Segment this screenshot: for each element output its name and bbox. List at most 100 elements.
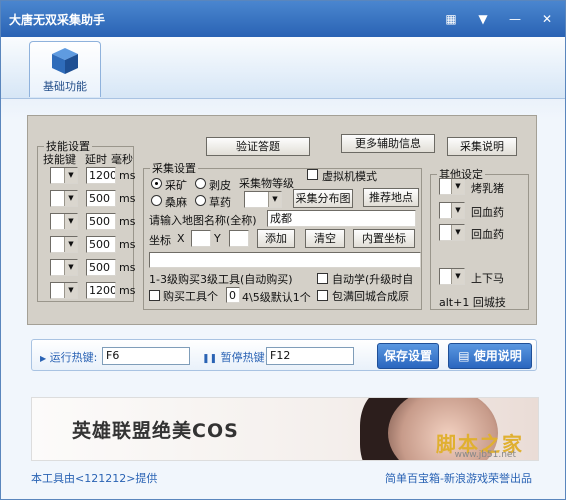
skill-key-select[interactable]: ▼: [50, 236, 78, 253]
publisher-credit[interactable]: 简单百宝箱-新浪游戏荣誉出品: [385, 470, 532, 486]
y-label: Y: [214, 232, 221, 245]
chat-icon[interactable]: ▦: [442, 10, 460, 28]
virtual-machine-checkbox[interactable]: [307, 169, 318, 180]
radio-herbs[interactable]: [195, 195, 206, 206]
ad-banner[interactable]: 英雄联盟绝美COS 脚本之家 www.jb51.net: [31, 397, 539, 461]
chevron-down-icon: ▼: [268, 192, 281, 207]
x-coord-input[interactable]: [191, 230, 211, 247]
chevron-down-icon: ▼: [451, 179, 464, 194]
radio-mining[interactable]: [151, 178, 162, 189]
coord-list-input[interactable]: [149, 252, 421, 268]
banner-headline: 英雄联盟绝美COS: [72, 420, 239, 442]
clear-coords-button[interactable]: 清空: [305, 229, 345, 248]
other-key-select[interactable]: ▼: [439, 224, 465, 241]
pause-hotkey-label: ❚❚ 暂停热键:: [202, 349, 268, 365]
add-coord-button[interactable]: 添加: [257, 229, 295, 248]
builtin-coords-button[interactable]: 内置坐标: [353, 229, 415, 248]
skill-delay-unit: ms: [119, 238, 136, 251]
skill-delay-input[interactable]: 500: [86, 259, 116, 276]
other-key-select[interactable]: ▼: [439, 178, 465, 195]
other-item-label: 烤乳猪: [471, 182, 504, 195]
chevron-down-icon: ▼: [64, 168, 77, 183]
run-hotkey-input[interactable]: F6: [102, 347, 190, 365]
hotkey-bar: ▶ 运行热键: F6 ❚❚ 暂停热键: F12 保存设置 ▤ 使用说明: [31, 339, 537, 371]
distribution-map-button[interactable]: 采集分布图: [293, 189, 353, 208]
skill-delay-unit: ms: [119, 169, 136, 182]
bag-full-checkbox[interactable]: [317, 290, 328, 301]
recommend-location-button[interactable]: 推荐地点: [363, 188, 419, 207]
document-icon: ▤: [458, 349, 470, 363]
chevron-down-icon: ▼: [64, 214, 77, 229]
title-bar[interactable]: 大唐无双采集助手 ▦ ▼ — ✕: [1, 1, 565, 37]
pause-hotkey-input[interactable]: F12: [266, 347, 354, 365]
pause-icon: ❚❚: [202, 354, 218, 364]
verify-button[interactable]: 验证答题: [206, 137, 310, 156]
chevron-down-icon: ▼: [451, 225, 464, 240]
skill-key-select[interactable]: ▼: [50, 282, 78, 299]
settings-panel: 验证答题 更多辅助信息 采集说明 技能设置 技能键 延时 毫秒 ▼ 1200 ms ▼…: [27, 115, 537, 325]
buy-tools-hint: 4\5级默认1个: [242, 291, 311, 304]
run-hotkey-label: ▶ 运行热键:: [40, 349, 97, 365]
y-coord-input[interactable]: [229, 230, 249, 247]
radio-herbs-label: 草药: [209, 196, 231, 209]
menu-dropdown-icon[interactable]: ▼: [474, 10, 492, 28]
window-title: 大唐无双采集助手: [9, 13, 106, 27]
buy-tools-count-input[interactable]: 0: [226, 287, 240, 303]
usage-help-button[interactable]: ▤ 使用说明: [448, 343, 532, 369]
play-icon: ▶: [40, 354, 47, 363]
skill-key-select[interactable]: ▼: [50, 190, 78, 207]
x-label: X: [177, 232, 185, 245]
mount-key-select[interactable]: ▼: [439, 268, 465, 285]
skill-delay-unit: ms: [119, 215, 136, 228]
usage-help-label: 使用说明: [473, 349, 522, 363]
chevron-down-icon: ▼: [64, 283, 77, 298]
auto-learn-label: 自动学(升级时自: [332, 273, 414, 286]
skill-key-select[interactable]: ▼: [50, 259, 78, 276]
buy-tools-label: 购买工具个: [163, 290, 218, 303]
coord-label: 坐标: [149, 234, 171, 247]
other-item-label: 回血药: [471, 228, 504, 241]
bag-full-label: 包满回城合成原: [332, 290, 409, 303]
provider-link[interactable]: 本工具由<121212>提供: [31, 470, 157, 486]
ms-header: 毫秒: [111, 153, 133, 166]
run-hotkey-text: 运行热键:: [49, 351, 98, 364]
collect-level-select[interactable]: ▼: [244, 191, 282, 208]
other-key-select[interactable]: ▼: [439, 202, 465, 219]
chevron-down-icon: ▼: [451, 269, 464, 284]
radio-mulberry[interactable]: [151, 195, 162, 206]
skill-delay-input[interactable]: 1200: [86, 282, 116, 299]
skill-delay-unit: ms: [119, 284, 136, 297]
skill-key-select[interactable]: ▼: [50, 213, 78, 230]
toolbar: 基础功能: [1, 37, 565, 99]
buy-tools-note: 1-3级购买3级工具(自动购买): [149, 273, 293, 286]
skill-delay-input[interactable]: 500: [86, 213, 116, 230]
buy-tools-checkbox[interactable]: [149, 290, 160, 301]
collect-settings-legend: 采集设置: [152, 162, 196, 175]
auto-learn-checkbox[interactable]: [317, 273, 328, 284]
more-info-button[interactable]: 更多辅助信息: [341, 134, 435, 153]
skill-delay-unit: ms: [119, 192, 136, 205]
app-window: 大唐无双采集助手 ▦ ▼ — ✕ 基础功能 验证答题 更多辅助信息 采集说明 技…: [0, 0, 566, 500]
skill-delay-input[interactable]: 1200: [86, 167, 116, 184]
minimize-icon[interactable]: —: [506, 10, 524, 28]
chevron-down-icon: ▼: [451, 203, 464, 218]
tab-basic-functions[interactable]: 基础功能: [29, 41, 101, 97]
save-settings-button[interactable]: 保存设置: [377, 343, 439, 369]
other-item-label: 回血药: [471, 206, 504, 219]
collect-help-button[interactable]: 采集说明: [447, 137, 517, 156]
skill-delay-input[interactable]: 500: [86, 190, 116, 207]
map-name-input[interactable]: 成都: [267, 210, 416, 227]
skill-delay-input[interactable]: 500: [86, 236, 116, 253]
chevron-down-icon: ▼: [64, 237, 77, 252]
map-name-prompt: 请输入地图名称(全称): [149, 214, 257, 227]
delay-header: 延时: [85, 153, 107, 166]
mount-label: 上下马: [471, 272, 504, 285]
pause-hotkey-text: 暂停热键:: [220, 351, 269, 364]
cube-icon: [52, 48, 78, 74]
close-icon[interactable]: ✕: [538, 10, 556, 28]
chevron-down-icon: ▼: [64, 191, 77, 206]
skill-key-select[interactable]: ▼: [50, 167, 78, 184]
skill-delay-unit: ms: [119, 261, 136, 274]
radio-skinning[interactable]: [195, 178, 206, 189]
skill-key-header: 技能键: [43, 153, 76, 166]
